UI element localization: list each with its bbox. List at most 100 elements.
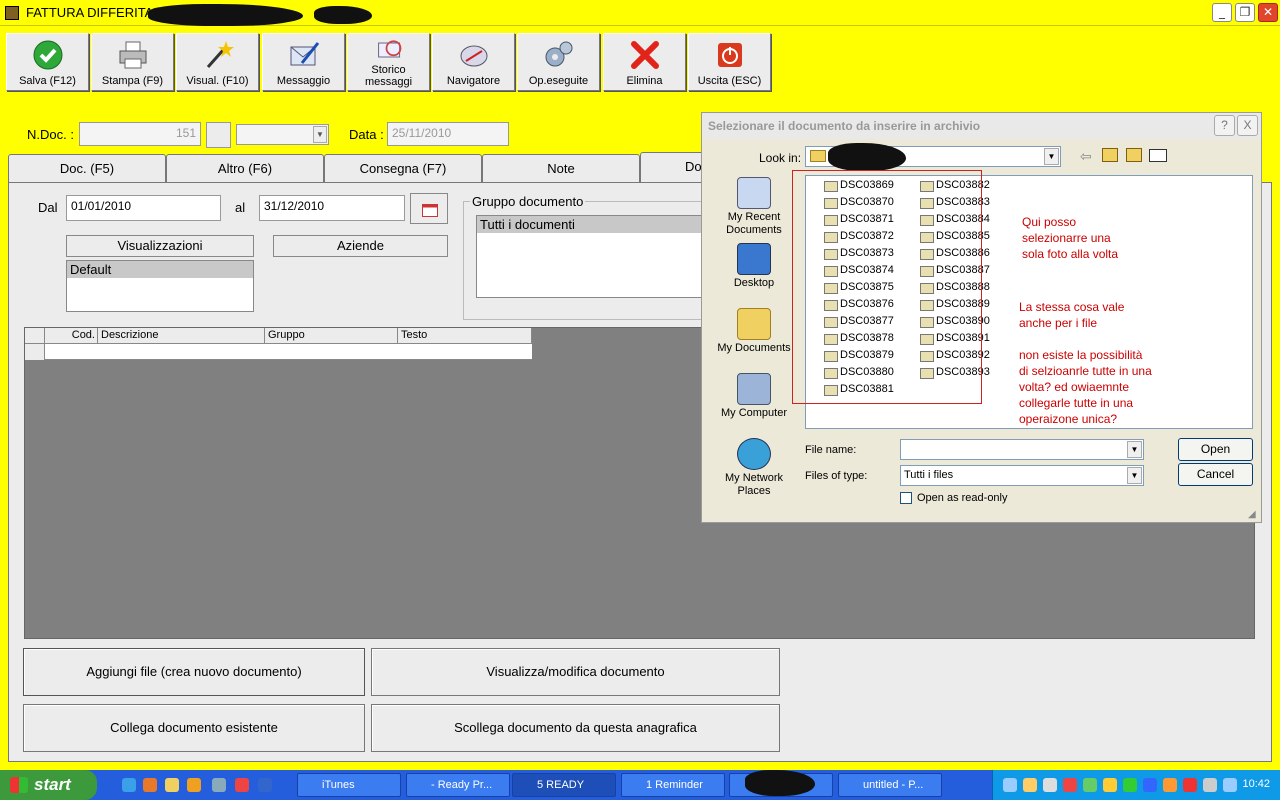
outlook-icon[interactable] [187,778,201,792]
calendar-button[interactable] [410,193,448,224]
maximize-button[interactable]: ❐ [1235,3,1255,22]
view-menu-icon[interactable] [1149,149,1167,162]
save-button[interactable]: Salva (F12) [6,33,89,91]
note-line: anche per i file [1019,316,1098,330]
list-item[interactable]: Tutti i documenti [477,216,715,233]
cancel-button[interactable]: Cancel [1178,463,1253,486]
tray-icon[interactable] [1123,778,1137,792]
list-item[interactable]: Default [67,261,253,278]
tray-icon[interactable] [1023,778,1037,792]
up-folder-icon[interactable] [1102,148,1118,162]
recent-documents-icon [737,177,771,209]
task-reminder[interactable]: 1 Reminder [621,773,725,797]
desktop-icon [737,243,771,275]
open-button[interactable]: Open [1178,438,1253,461]
tray-icon[interactable] [1003,778,1017,792]
column-testo[interactable]: Testo [398,328,532,344]
bluetooth-icon[interactable] [1143,778,1157,792]
new-folder-icon[interactable] [1126,148,1142,162]
tray-icon[interactable] [1163,778,1177,792]
column-gruppo[interactable]: Gruppo [265,328,398,344]
delete-button[interactable]: Elimina [603,33,686,91]
files-of-type-select[interactable]: Tutti i files ▼ [900,465,1144,486]
ndoc-field[interactable]: 151 [79,122,201,146]
series-select[interactable]: ▼ [236,124,329,145]
task-ready[interactable]: 5 READY [512,773,616,797]
message-button[interactable]: Messaggio [262,33,345,91]
gruppo-list: Tutti i documenti [476,215,716,298]
add-file-button[interactable]: Aggiungi file (crea nuovo documento) [23,648,365,696]
help-button[interactable]: ? [1214,115,1235,136]
ie-icon[interactable] [122,778,136,792]
al-field[interactable]: 31/12/2010 [259,195,405,221]
chrome-icon[interactable] [235,778,249,792]
annotation-note-1: Qui posso selezionarre una sola foto all… [1022,214,1118,262]
column-descrizione[interactable]: Descrizione [98,328,265,344]
place-label: My Computer [720,407,788,419]
dal-field[interactable]: 01/01/2010 [66,195,221,221]
tray-icon[interactable] [1083,778,1097,792]
place-my-network[interactable]: My Network Places [716,438,792,498]
note-line: selezionarre una [1022,231,1111,245]
message-history-button[interactable]: Storico messaggi [347,33,430,91]
tray-icon[interactable] [1103,778,1117,792]
clock: 10:42 [1242,778,1270,790]
tab-documenti[interactable]: Do [640,152,710,183]
tab-note[interactable]: Note [482,154,640,183]
task-itunes[interactable]: iTunes [297,773,401,797]
tray-icon[interactable] [1043,778,1057,792]
chevron-down-icon[interactable]: ▼ [1127,441,1142,458]
minimize-button[interactable]: _ [1212,3,1232,22]
wifi-icon[interactable] [1223,778,1237,792]
row-header-corner [25,328,45,344]
app-icon[interactable] [212,778,226,792]
ndoc-lookup-button[interactable] [206,122,231,148]
print-button[interactable]: Stampa (F9) [91,33,174,91]
read-only-label: Open as read-only [917,492,1008,504]
file-name-input[interactable]: ▼ [900,439,1144,460]
folder-icon[interactable] [165,778,179,792]
dialog-close-button[interactable]: X [1237,115,1258,136]
link-existing-document-button[interactable]: Collega documento esistente [23,704,365,752]
file-name-value [901,442,904,454]
operations-button[interactable]: Op.eseguite [517,33,600,91]
tray-icon[interactable] [1203,778,1217,792]
place-my-documents[interactable]: My Documents [716,308,792,355]
view-edit-document-button[interactable]: Visualizza/modifica documento [371,648,780,696]
tray-icon[interactable] [1183,778,1197,792]
visual-button[interactable]: Visual. (F10) [176,33,259,91]
place-recent-documents[interactable]: My Recent Documents [716,177,792,237]
chevron-down-icon[interactable]: ▼ [1127,467,1142,484]
resize-grip-icon[interactable]: ◢ [1248,509,1256,520]
start-label: start [34,775,71,794]
close-button[interactable]: ✕ [1258,3,1278,22]
chevron-down-icon[interactable]: ▼ [1044,148,1059,165]
note-line: sola foto alla volta [1022,247,1119,261]
tab-consegna[interactable]: Consegna (F7) [324,154,482,183]
place-desktop[interactable]: Desktop [716,243,792,290]
task-ready-pr[interactable]: - Ready Pr... [406,773,510,797]
redaction-scribble [828,143,906,171]
app-icon[interactable] [258,778,272,792]
task-untitled-paint[interactable]: untitled - P... [838,773,942,797]
row-header[interactable] [25,344,45,360]
navigator-button[interactable]: Navigatore [432,33,515,91]
envelope-pen-icon [290,42,320,66]
look-in-select[interactable]: ▼ [805,143,1061,171]
tab-doc[interactable]: Doc. (F5) [8,154,166,183]
unlink-document-button[interactable]: Scollega documento da questa anagrafica [371,704,780,752]
column-cod[interactable]: Cod. [45,328,98,344]
chevron-down-icon[interactable]: ▼ [313,126,327,143]
tab-altro[interactable]: Altro (F6) [166,154,324,183]
back-icon[interactable]: ⇦ [1080,148,1092,165]
read-only-checkbox[interactable] [900,492,912,504]
firefox-icon[interactable] [143,778,157,792]
table-row[interactable] [45,344,532,360]
my-computer-icon [737,373,771,405]
system-tray: 10:42 [992,770,1280,800]
place-my-computer[interactable]: My Computer [716,373,792,420]
data-field[interactable]: 25/11/2010 [387,122,509,146]
title-bar: FATTURA DIFFERITA N. _ ❐ ✕ [0,0,1280,26]
exit-button[interactable]: Uscita (ESC) [688,33,771,91]
tray-icon[interactable] [1063,778,1077,792]
